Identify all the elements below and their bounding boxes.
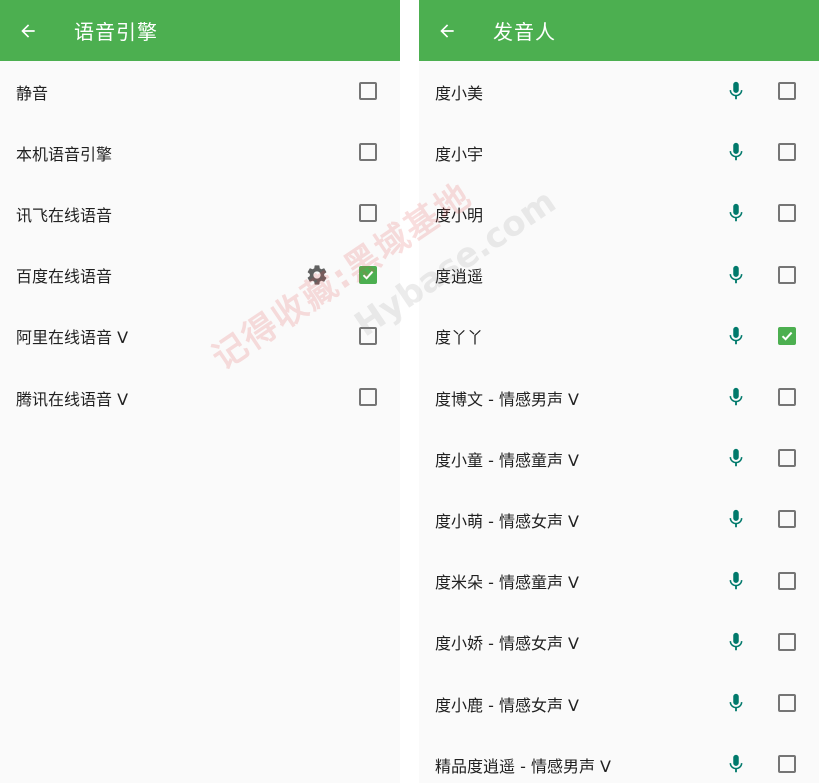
list-item-label: 阿里在线语音 V xyxy=(16,328,129,348)
list-item-label: 度小萌 - 情感女声 V xyxy=(435,511,579,531)
checkbox[interactable] xyxy=(778,388,796,406)
list-item[interactable]: 静音 xyxy=(0,61,400,122)
arrow-left-icon xyxy=(21,23,35,38)
gear-icon[interactable] xyxy=(305,263,329,287)
list-item-label: 度小明 xyxy=(435,205,484,225)
microphone-icon[interactable] xyxy=(725,752,747,776)
list-item[interactable]: 腾讯在线语音 V xyxy=(0,367,400,428)
list-item[interactable]: 度米朵 - 情感童声 V xyxy=(419,551,819,612)
list-item[interactable]: 度小宇 xyxy=(419,122,819,183)
list-item-label: 度小美 xyxy=(435,83,484,103)
microphone-icon[interactable] xyxy=(725,201,747,225)
list-item-label: 度博文 - 情感男声 V xyxy=(435,389,579,409)
list-item-label: 讯飞在线语音 xyxy=(16,205,113,225)
back-button[interactable] xyxy=(419,0,475,61)
list-item[interactable]: 度小美 xyxy=(419,61,819,122)
list-item-label: 腾讯在线语音 V xyxy=(16,389,129,409)
checkbox[interactable] xyxy=(778,204,796,223)
app-bar: 语音引擎 xyxy=(0,0,400,61)
speaker-screen: 发音人 度小美度小宇度小明度逍遥度丫丫度博文 - 情感男声 V 度小童 - 情感童… xyxy=(419,0,819,783)
checkbox[interactable] xyxy=(778,449,796,468)
list-item[interactable]: 度博文 - 情感男声 V xyxy=(419,367,819,428)
list-item[interactable]: 度小童 - 情感童声 V xyxy=(419,428,819,489)
list-item-label: 度米朵 - 情感童声 V xyxy=(435,573,579,593)
checkbox[interactable] xyxy=(359,143,377,162)
checkbox[interactable] xyxy=(359,82,377,100)
checkbox[interactable] xyxy=(778,571,796,590)
checkbox[interactable] xyxy=(778,326,796,345)
page-title: 语音引擎 xyxy=(74,20,158,44)
checkbox[interactable] xyxy=(778,755,796,774)
list-item[interactable]: 度小明 xyxy=(419,183,819,244)
microphone-icon[interactable] xyxy=(725,630,747,654)
checkbox[interactable] xyxy=(359,204,377,223)
list-item-label: 度小鹿 - 情感女声 V xyxy=(435,695,579,715)
list-item-label: 度逍遥 xyxy=(435,267,484,287)
list-item-label: 度小宇 xyxy=(435,144,484,164)
list-item[interactable]: 度小鹿 - 情感女声 V xyxy=(419,673,819,734)
microphone-icon[interactable] xyxy=(725,79,747,103)
back-button[interactable] xyxy=(0,0,56,61)
app-bar: 发音人 xyxy=(419,0,819,61)
list-item[interactable]: 度小萌 - 情感女声 V xyxy=(419,489,819,550)
list-item[interactable]: 百度在线语音 xyxy=(0,245,400,306)
checkbox[interactable] xyxy=(778,694,796,712)
microphone-icon[interactable] xyxy=(725,385,747,409)
engine-screen: 语音引擎 静音本机语音引擎 讯飞在线语音 百度在线语音 阿里在线语音 V 腾讯在线语音 … xyxy=(0,0,400,783)
list-item-label: 精品度逍遥 - 情感男声 V xyxy=(435,756,611,776)
checkbox[interactable] xyxy=(778,82,796,100)
list-item[interactable]: 阿里在线语音 V xyxy=(0,306,400,367)
list-item-label: 本机语音引擎 xyxy=(16,144,113,164)
microphone-icon[interactable] xyxy=(725,324,747,348)
checkbox[interactable] xyxy=(359,326,377,345)
list-item-label: 百度在线语音 xyxy=(16,267,113,287)
microphone-icon[interactable] xyxy=(725,263,747,287)
checkbox[interactable] xyxy=(778,265,796,284)
checkbox[interactable] xyxy=(359,265,377,284)
list-item-label: 度小娇 - 情感女声 V xyxy=(435,634,579,654)
check-mark-icon xyxy=(362,270,374,280)
list-item[interactable]: 精品度逍遥 - 情感男声 V xyxy=(419,734,819,783)
list-item[interactable]: 度逍遥 xyxy=(419,245,819,306)
list-item[interactable]: 讯飞在线语音 xyxy=(0,183,400,244)
checkbox[interactable] xyxy=(778,632,796,651)
microphone-icon[interactable] xyxy=(725,140,747,164)
microphone-icon[interactable] xyxy=(725,569,747,593)
page-title: 发音人 xyxy=(493,20,556,44)
check-mark-icon xyxy=(781,331,793,341)
list-item-label: 静音 xyxy=(16,83,49,103)
microphone-icon[interactable] xyxy=(725,446,747,470)
list-item-label: 度小童 - 情感童声 V xyxy=(435,450,579,470)
list-item[interactable]: 本机语音引擎 xyxy=(0,122,400,183)
list-item[interactable]: 度小娇 - 情感女声 V xyxy=(419,612,819,673)
microphone-icon[interactable] xyxy=(725,507,747,531)
checkbox[interactable] xyxy=(778,510,796,529)
microphone-icon[interactable] xyxy=(725,691,747,715)
arrow-left-icon xyxy=(440,23,454,38)
checkbox[interactable] xyxy=(778,143,796,162)
list-item[interactable]: 度丫丫 xyxy=(419,306,819,367)
checkbox[interactable] xyxy=(359,388,377,406)
list-item-label: 度丫丫 xyxy=(435,328,484,348)
